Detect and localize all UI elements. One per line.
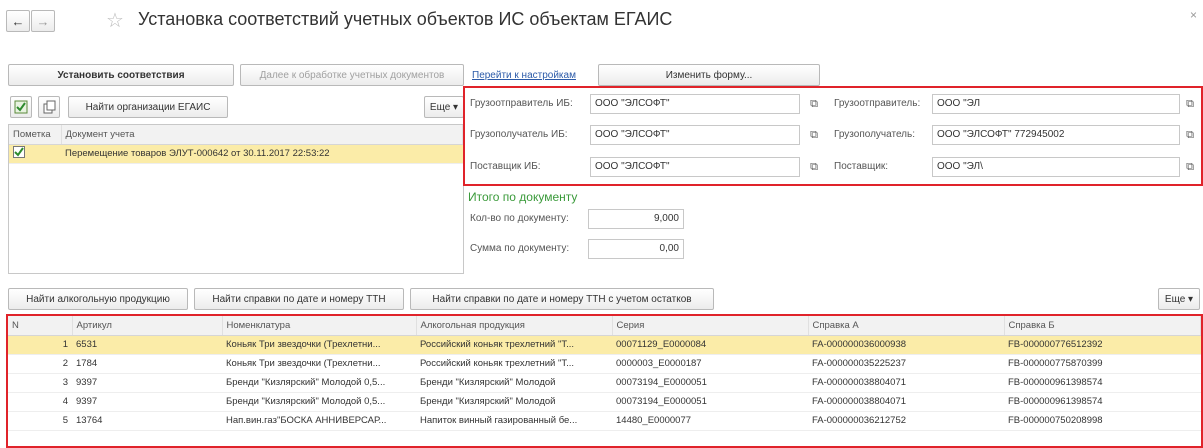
col-article[interactable]: Артикул <box>72 316 223 336</box>
copy-button[interactable] <box>38 96 60 118</box>
alco-product-cell: Бренди "Кизлярский" Молодой <box>416 373 612 393</box>
change-form-button[interactable]: Изменить форму... <box>598 64 820 86</box>
table-row[interactable]: 5 13764 Нап.вин.газ"БОСКА АННИВЕРСАР... … <box>8 411 1201 431</box>
consignee-is-label: Грузополучатель ИБ: <box>470 129 568 140</box>
mark-cell[interactable] <box>9 144 61 164</box>
supplier-label: Поставщик: <box>834 161 889 172</box>
series-cell: 0000003_E0000187 <box>612 354 808 374</box>
select-icon[interactable]: ⧉ <box>1181 157 1199 177</box>
nomenclature-cell: Бренди "Кизлярский" Молодой 0,5... <box>222 392 416 412</box>
article-cell: 13764 <box>72 411 222 431</box>
row-number: 1 <box>8 335 72 355</box>
next-docs-button[interactable]: Далее к обработке учетных документов <box>240 64 464 86</box>
row-number: 4 <box>8 392 72 412</box>
check-all-button[interactable] <box>10 96 32 118</box>
items-table: N Артикул Номенклатура Алкогольная проду… <box>8 316 1201 446</box>
ref-b-cell: FB-000000775870399 <box>1004 354 1201 374</box>
shipper-is-field[interactable]: ООО "ЭЛСОФТ" <box>590 94 800 114</box>
more-button-left[interactable]: Еще ▾ <box>424 96 464 118</box>
alco-product-cell: Российский коньяк трехлетний "Т... <box>416 354 612 374</box>
series-cell: 14480_E0000077 <box>612 411 808 431</box>
series-cell: 00073194_E0000051 <box>612 392 808 412</box>
alco-product-cell: Бренди "Кизлярский" Молодой <box>416 392 612 412</box>
col-ref-a[interactable]: Справка А <box>808 316 1005 336</box>
ref-a-cell: FA-000000035225237 <box>808 354 1004 374</box>
more-label: Еще <box>429 101 451 113</box>
series-cell: 00071129_E0000084 <box>612 335 808 355</box>
article-cell: 9397 <box>72 373 222 393</box>
more-label: Еще <box>1164 293 1186 305</box>
ref-b-cell: FB-000000776512392 <box>1004 335 1201 355</box>
more-button-bottom[interactable]: Еще ▾ <box>1158 288 1200 310</box>
document-cell: Перемещение товаров ЭЛУТ-000642 от 30.11… <box>61 144 463 164</box>
close-icon[interactable]: × <box>1190 8 1197 22</box>
consignee-field[interactable]: ООО "ЭЛСОФТ" 772945002 <box>932 125 1180 145</box>
row-number: 5 <box>8 411 72 431</box>
row-number: 3 <box>8 373 72 393</box>
qty-field: 9,000 <box>588 209 684 229</box>
ref-b-cell: FB-000000961398574 <box>1004 373 1201 393</box>
nomenclature-cell: Коньяк Три звездочки (Трехлетни... <box>222 354 416 374</box>
find-orgs-button[interactable]: Найти организации ЕГАИС <box>68 96 228 118</box>
nomenclature-cell: Бренди "Кизлярский" Молодой 0,5... <box>222 373 416 393</box>
star-icon[interactable]: ☆ <box>106 8 124 33</box>
sum-label: Сумма по документу: <box>470 243 570 254</box>
page-title: Установка соответствий учетных объектов … <box>138 9 673 29</box>
row-number: 2 <box>8 354 72 374</box>
ref-a-cell: FA-000000036000938 <box>808 335 1004 355</box>
supplier-field[interactable]: ООО "ЭЛ\ <box>932 157 1180 177</box>
table-row[interactable]: 2 1784 Коньяк Три звездочки (Трехлетни..… <box>8 354 1201 374</box>
consignee-label: Грузополучатель: <box>834 129 916 140</box>
find-refs-button[interactable]: Найти справки по дате и номеру ТТН <box>194 288 404 310</box>
ref-b-cell: FB-000000961398574 <box>1004 392 1201 412</box>
forward-button[interactable]: → <box>31 10 55 32</box>
totals-heading: Итого по документу <box>468 190 578 204</box>
ref-a-cell: FA-000000038804071 <box>808 392 1004 412</box>
sum-field: 0,00 <box>588 239 684 259</box>
supplier-is-field[interactable]: ООО "ЭЛСОФТ" <box>590 157 800 177</box>
shipper-label: Грузоотправитель: <box>834 98 921 109</box>
settings-link[interactable]: Перейти к настройкам <box>472 70 576 81</box>
col-alco-product[interactable]: Алкогольная продукция <box>416 316 613 336</box>
col-nomenclature[interactable]: Номенклатура <box>222 316 417 336</box>
select-icon[interactable]: ⧉ <box>805 157 823 177</box>
alco-product-cell: Напиток винный газированный бе... <box>416 411 612 431</box>
shipper-field[interactable]: ООО "ЭЛ <box>932 94 1180 114</box>
find-alco-button[interactable]: Найти алкогольную продукцию <box>8 288 188 310</box>
shipper-is-label: Грузоотправитель ИБ: <box>470 98 573 109</box>
back-button[interactable]: ← <box>6 10 30 32</box>
table-row[interactable]: 1 6531 Коньяк Три звездочки (Трехлетни..… <box>8 335 1201 355</box>
select-icon[interactable]: ⧉ <box>1181 94 1199 114</box>
col-n[interactable]: N <box>8 316 73 336</box>
check-icon <box>14 100 28 114</box>
copy-icon <box>43 100 56 114</box>
nomenclature-cell: Нап.вин.газ"БОСКА АННИВЕРСАР... <box>222 411 416 431</box>
select-icon[interactable]: ⧉ <box>805 94 823 114</box>
col-document[interactable]: Документ учета <box>61 125 463 145</box>
col-ref-b[interactable]: Справка Б <box>1004 316 1201 336</box>
table-row[interactable]: 4 9397 Бренди "Кизлярский" Молодой 0,5..… <box>8 392 1201 412</box>
find-refs-rest-button[interactable]: Найти справки по дате и номеру ТТН с уче… <box>410 288 714 310</box>
col-series[interactable]: Серия <box>612 316 809 336</box>
col-mark[interactable]: Пометка <box>9 125 62 145</box>
ref-a-cell: FA-000000036212752 <box>808 411 1004 431</box>
article-cell: 1784 <box>72 354 222 374</box>
select-icon[interactable]: ⧉ <box>805 125 823 145</box>
article-cell: 6531 <box>72 335 222 355</box>
supplier-is-label: Поставщик ИБ: <box>470 161 541 172</box>
article-cell: 9397 <box>72 392 222 412</box>
checkbox-icon <box>13 146 25 158</box>
nomenclature-cell: Коньяк Три звездочки (Трехлетни... <box>222 335 416 355</box>
alco-product-cell: Российский коньяк трехлетний "Т... <box>416 335 612 355</box>
ref-a-cell: FA-000000038804071 <box>808 373 1004 393</box>
qty-label: Кол-во по документу: <box>470 213 569 224</box>
documents-table: Пометка Документ учета Перемещение товар… <box>8 124 464 274</box>
consignee-is-field[interactable]: ООО "ЭЛСОФТ" <box>590 125 800 145</box>
set-match-button[interactable]: Установить соответствия <box>8 64 234 86</box>
ref-b-cell: FB-000000750208998 <box>1004 411 1201 431</box>
table-row[interactable]: Перемещение товаров ЭЛУТ-000642 от 30.11… <box>9 144 463 164</box>
series-cell: 00073194_E0000051 <box>612 373 808 393</box>
table-row[interactable]: 3 9397 Бренди "Кизлярский" Молодой 0,5..… <box>8 373 1201 393</box>
select-icon[interactable]: ⧉ <box>1181 125 1199 145</box>
